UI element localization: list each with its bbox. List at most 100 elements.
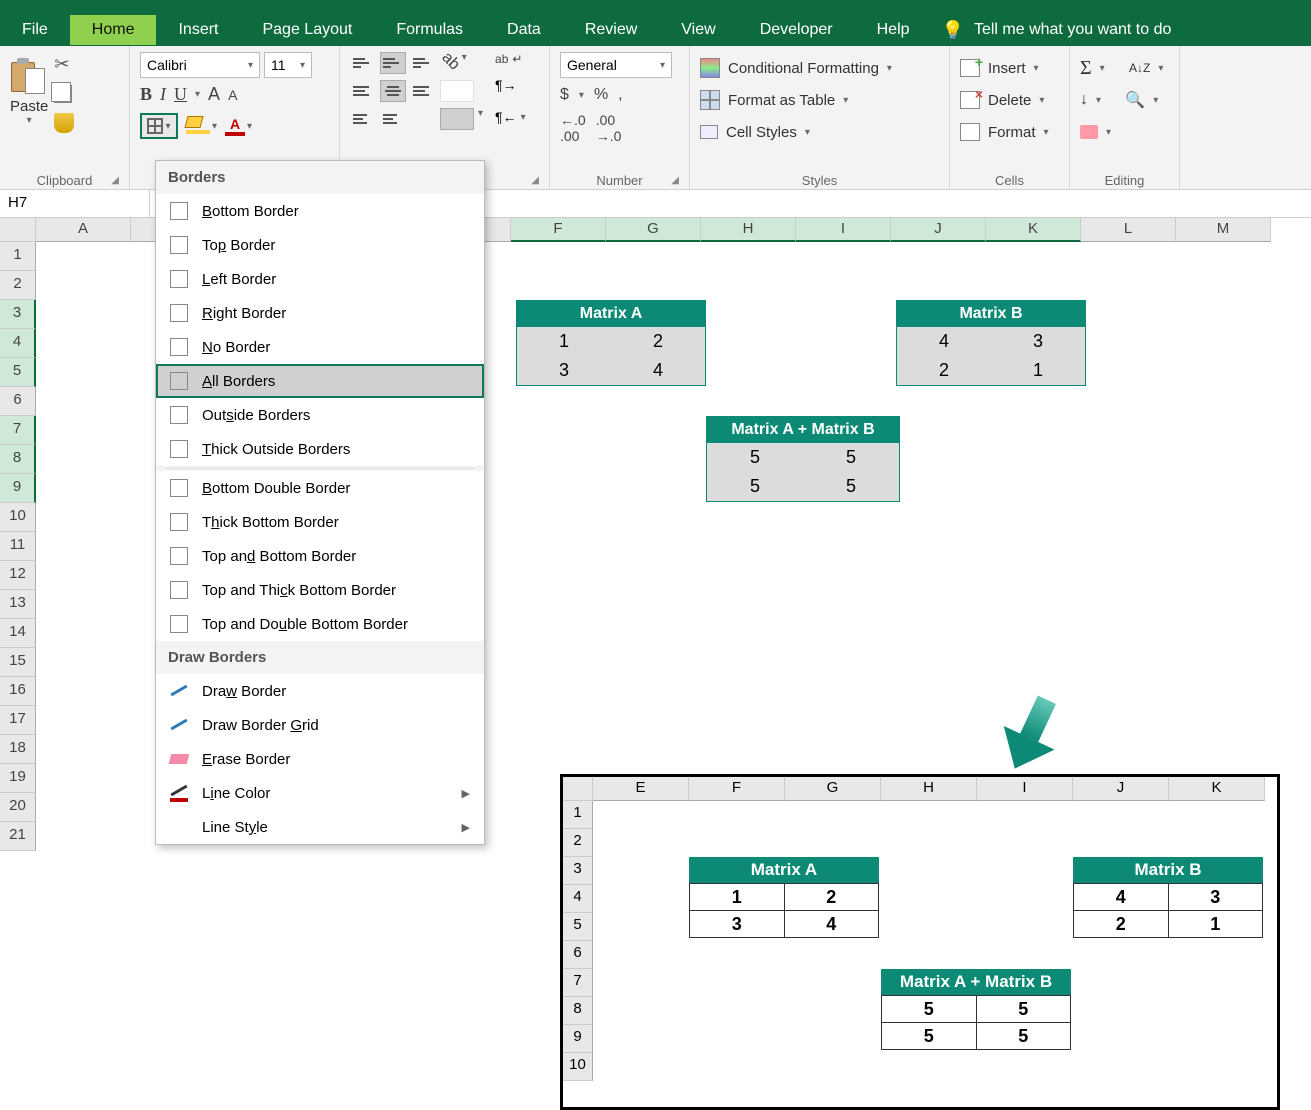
column-header[interactable]: K [986, 218, 1081, 242]
tab-help[interactable]: Help [855, 15, 932, 45]
copy-icon[interactable] [54, 85, 72, 103]
font-name-select[interactable]: Calibri▾ [140, 52, 260, 78]
tab-data[interactable]: Data [485, 15, 563, 45]
fill-color-button[interactable]: ▾ [186, 116, 217, 136]
number-format-select[interactable]: General▾ [560, 52, 672, 78]
increase-indent-button[interactable] [380, 108, 406, 130]
menu-item-erase-border[interactable]: Erase Border [156, 742, 484, 776]
comma-button[interactable]: , [618, 86, 622, 104]
format-painter-icon[interactable] [54, 113, 74, 133]
align-right-button[interactable] [410, 80, 436, 102]
menu-item-left-border[interactable]: Left Border [156, 262, 484, 296]
cut-icon[interactable] [54, 54, 74, 75]
sort-filter-button[interactable]: A↓Z [1129, 61, 1150, 75]
column-header[interactable]: M [1176, 218, 1271, 242]
menu-item-thick-outside-borders[interactable]: Thick Outside Borders [156, 432, 484, 466]
row-header[interactable]: 16 [0, 677, 36, 706]
menu-item-top-and-double-bottom-border[interactable]: Top and Double Bottom Border [156, 607, 484, 641]
delete-cells-button[interactable]: Delete ▾ [960, 84, 1059, 116]
paste-button[interactable]: Paste [10, 98, 48, 115]
menu-item-line-color[interactable]: Line Color▶ [156, 776, 484, 810]
align-top-button[interactable] [350, 52, 376, 74]
format-as-table-button[interactable]: Format as Table ▾ [700, 84, 939, 116]
menu-item-no-border[interactable]: No Border [156, 330, 484, 364]
column-header[interactable]: A [36, 218, 131, 242]
row-header[interactable]: 9 [0, 474, 36, 503]
menu-item-outside-borders[interactable]: Outside Borders [156, 398, 484, 432]
row-header[interactable]: 15 [0, 648, 36, 677]
select-all-corner[interactable] [0, 218, 36, 242]
tab-file[interactable]: File [0, 15, 70, 45]
tab-insert[interactable]: Insert [156, 15, 240, 45]
menu-item-bottom-border[interactable]: Bottom Border [156, 194, 484, 228]
paste-icon[interactable] [11, 56, 47, 96]
increase-decimal-button[interactable]: ←.0.00 [560, 112, 586, 144]
borders-button[interactable]: ▾ [140, 113, 178, 139]
decrease-indent-button[interactable] [350, 108, 376, 130]
menu-item-top-and-thick-bottom-border[interactable]: Top and Thick Bottom Border [156, 573, 484, 607]
find-select-button[interactable]: 🔍 [1125, 90, 1145, 110]
underline-button[interactable]: U [174, 84, 187, 105]
decrease-decimal-button[interactable]: .00→.0 [596, 112, 622, 144]
merge-indicator-button[interactable] [440, 80, 474, 102]
orientation-button[interactable]: ab [435, 49, 463, 77]
row-header[interactable]: 11 [0, 532, 36, 561]
rtl-button[interactable]: ¶← [495, 109, 517, 125]
row-header[interactable]: 8 [0, 445, 36, 474]
column-header[interactable]: G [606, 218, 701, 242]
row-header[interactable]: 17 [0, 706, 36, 735]
row-header[interactable]: 2 [0, 271, 36, 300]
tab-view[interactable]: View [659, 15, 737, 45]
currency-button[interactable]: $ [560, 86, 569, 104]
column-header[interactable]: I [796, 218, 891, 242]
row-header[interactable]: 13 [0, 590, 36, 619]
italic-button[interactable]: I [160, 84, 166, 105]
align-left-button[interactable] [350, 80, 376, 102]
insert-cells-button[interactable]: Insert ▾ [960, 52, 1059, 84]
align-center-button[interactable] [380, 80, 406, 102]
paste-dropdown[interactable]: ▾ [27, 115, 32, 126]
tab-review[interactable]: Review [563, 15, 659, 45]
conditional-formatting-button[interactable]: Conditional Formatting ▾ [700, 52, 939, 84]
dialog-launcher-icon[interactable]: ◢ [671, 175, 679, 186]
row-header[interactable]: 14 [0, 619, 36, 648]
bold-button[interactable]: B [140, 84, 152, 105]
menu-item-draw-border[interactable]: Draw Border [156, 674, 484, 708]
menu-item-top-and-bottom-border[interactable]: Top and Bottom Border [156, 539, 484, 573]
shrink-font-button[interactable]: A [228, 87, 237, 103]
grow-font-button[interactable]: A [208, 84, 220, 105]
menu-item-bottom-double-border[interactable]: Bottom Double Border [156, 471, 484, 505]
row-header[interactable]: 5 [0, 358, 36, 387]
tab-home[interactable]: Home [70, 15, 157, 45]
menu-item-all-borders[interactable]: All Borders [156, 364, 484, 398]
font-color-button[interactable]: A▾ [225, 116, 252, 136]
dialog-launcher-icon[interactable]: ◢ [531, 175, 539, 186]
tab-page-layout[interactable]: Page Layout [240, 15, 374, 45]
wrap-text-button[interactable]: ab↵ [495, 52, 526, 66]
align-middle-button[interactable] [380, 52, 406, 74]
clear-button[interactable]: ▾ [1080, 116, 1169, 148]
menu-item-thick-bottom-border[interactable]: Thick Bottom Border [156, 505, 484, 539]
menu-item-top-border[interactable]: Top Border [156, 228, 484, 262]
align-bottom-button[interactable] [410, 52, 436, 74]
tab-formulas[interactable]: Formulas [374, 15, 485, 45]
cell-styles-button[interactable]: Cell Styles ▾ [700, 116, 939, 148]
column-header[interactable]: J [891, 218, 986, 242]
column-header[interactable]: H [701, 218, 796, 242]
dialog-launcher-icon[interactable]: ◢ [111, 175, 119, 186]
row-header[interactable]: 21 [0, 822, 36, 851]
row-header[interactable]: 19 [0, 764, 36, 793]
row-header[interactable]: 3 [0, 300, 36, 329]
percent-button[interactable]: % [594, 86, 608, 104]
row-header[interactable]: 18 [0, 735, 36, 764]
row-header[interactable]: 12 [0, 561, 36, 590]
row-header[interactable]: 20 [0, 793, 36, 822]
row-header[interactable]: 7 [0, 416, 36, 445]
column-header[interactable]: L [1081, 218, 1176, 242]
menu-item-line-style[interactable]: Line Style▶ [156, 810, 484, 844]
merge-center-button[interactable] [440, 108, 474, 130]
fill-button[interactable]: ↓▾ 🔍▾ [1080, 84, 1169, 116]
row-header[interactable]: 1 [0, 242, 36, 271]
tell-me-search[interactable]: 💡 Tell me what you want to do [942, 20, 1172, 41]
column-header[interactable]: F [511, 218, 606, 242]
